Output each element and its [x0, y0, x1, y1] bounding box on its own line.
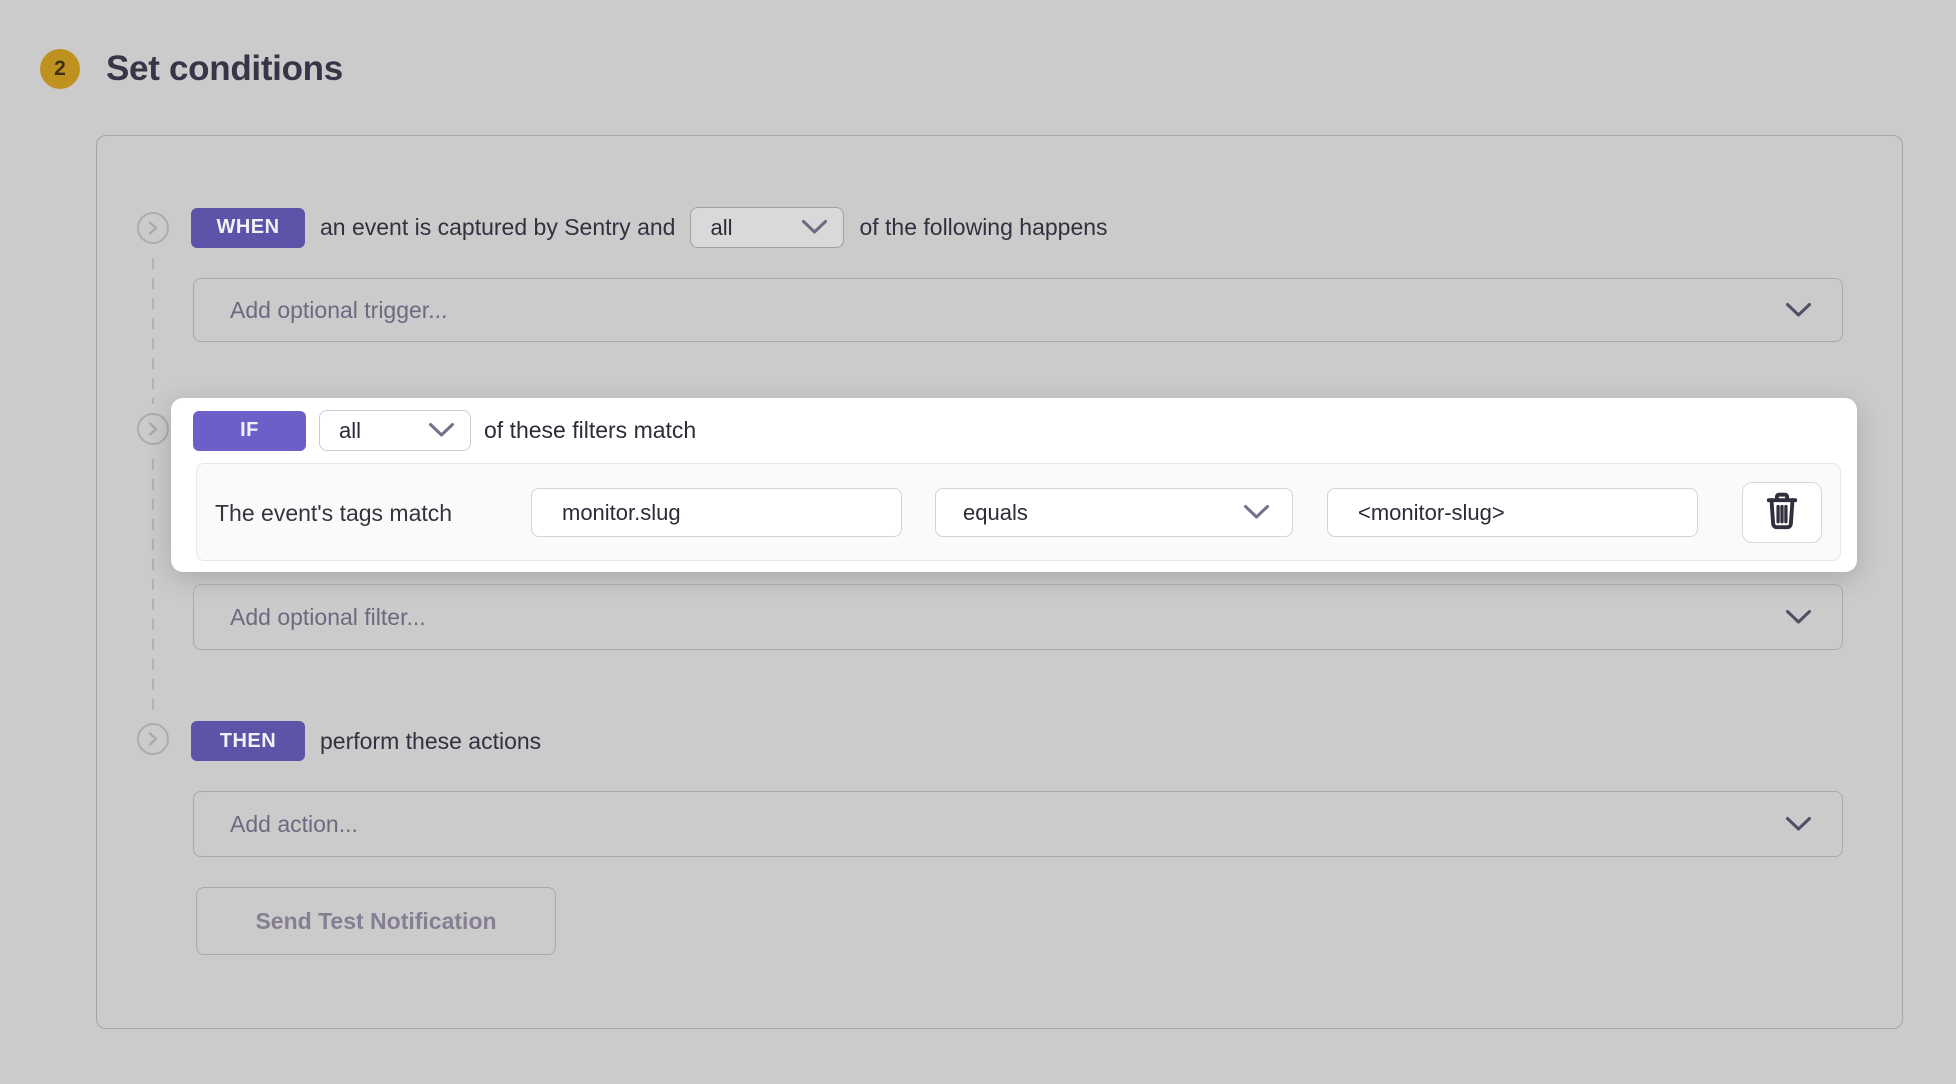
chevron-right-circle-icon	[137, 413, 169, 445]
add-optional-filter-placeholder: Add optional filter...	[230, 604, 426, 631]
page-title: Set conditions	[106, 49, 343, 89]
chevron-down-icon	[1785, 811, 1812, 838]
step-number-badge: 2	[40, 49, 80, 89]
chevron-down-icon	[1785, 297, 1812, 324]
chevron-right-circle-icon	[137, 723, 169, 755]
conditions-panel: WHEN an event is captured by Sentry and …	[96, 135, 1903, 1029]
chevron-down-icon	[801, 215, 828, 241]
trash-icon	[1764, 490, 1800, 535]
then-condition-row: THEN perform these actions	[191, 721, 541, 761]
delete-filter-button[interactable]	[1742, 482, 1822, 543]
filter-operator-value: equals	[963, 500, 1028, 526]
chevron-down-icon	[428, 418, 455, 444]
when-match-select[interactable]: all	[690, 207, 844, 248]
filter-label: The event's tags match	[215, 464, 452, 562]
rail-connector-line	[152, 258, 154, 404]
filter-condition-row: The event's tags match equals	[196, 463, 1841, 561]
chevron-down-icon	[1243, 500, 1270, 526]
chevron-right-circle-icon	[137, 212, 169, 244]
when-text-after: of the following happens	[859, 214, 1107, 241]
if-text-after: of these filters match	[484, 417, 696, 444]
send-test-notification-button[interactable]: Send Test Notification	[196, 887, 556, 955]
rail-connector-line	[152, 459, 154, 711]
filter-operator-select[interactable]: equals	[935, 488, 1293, 537]
when-condition-row: WHEN an event is captured by Sentry and …	[191, 207, 1108, 248]
step-header: 2 Set conditions	[40, 49, 343, 89]
add-action-dropdown[interactable]: Add action...	[193, 791, 1843, 857]
chevron-down-icon	[1785, 604, 1812, 631]
when-text-before: an event is captured by Sentry and	[320, 214, 675, 241]
add-action-placeholder: Add action...	[230, 811, 358, 838]
when-badge: WHEN	[191, 208, 305, 248]
add-optional-filter-dropdown[interactable]: Add optional filter...	[193, 584, 1843, 650]
then-badge: THEN	[191, 721, 305, 761]
then-text-after: perform these actions	[320, 728, 541, 755]
add-optional-trigger-placeholder: Add optional trigger...	[230, 297, 447, 324]
filter-tag-value-input[interactable]	[1327, 488, 1698, 537]
add-optional-trigger-dropdown[interactable]: Add optional trigger...	[193, 278, 1843, 342]
if-condition-row: IF all of these filters match	[193, 410, 696, 451]
if-match-select[interactable]: all	[319, 410, 471, 451]
if-badge: IF	[193, 411, 306, 451]
if-filters-card: IF all of these filters match The event'…	[171, 398, 1857, 572]
if-match-select-value: all	[339, 418, 361, 444]
when-match-select-value: all	[710, 215, 732, 241]
filter-tag-key-input[interactable]	[531, 488, 902, 537]
